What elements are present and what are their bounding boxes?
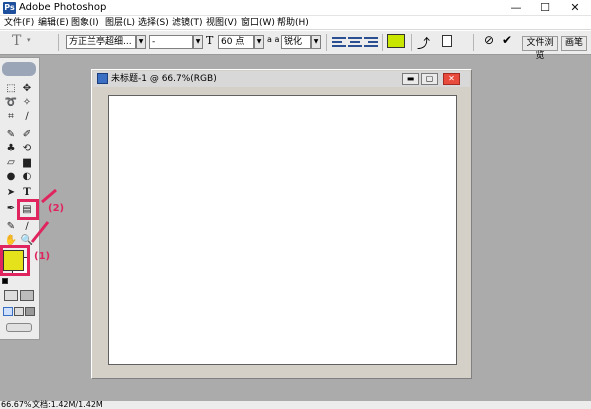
quick-mask-icon[interactable]: [20, 290, 34, 301]
palettes-icon[interactable]: [442, 35, 452, 47]
type-tool-preset-icon[interactable]: T: [12, 33, 21, 49]
lasso-icon[interactable]: ➰: [4, 96, 18, 110]
menu-image[interactable]: 图象(I): [71, 17, 99, 29]
rectangular-marquee-icon[interactable]: ⬚: [4, 82, 18, 96]
annotation-arrow-2: [41, 188, 57, 204]
minimize-button[interactable]: —: [501, 0, 531, 16]
brushes-tab[interactable]: 画笔: [561, 36, 587, 51]
photoshop-app-icon: Ps: [3, 2, 16, 14]
font-style-dropdown-icon[interactable]: ▼: [193, 35, 203, 49]
screen-mode-full-menu-icon[interactable]: [14, 307, 24, 316]
healing-brush-icon[interactable]: ✎: [4, 128, 18, 142]
doc-minimize-icon[interactable]: ▬: [402, 73, 419, 85]
separator: [411, 34, 412, 51]
font-style-select[interactable]: -: [149, 35, 193, 49]
history-brush-icon[interactable]: ⟲: [20, 142, 34, 156]
annotation-arrows: [30, 188, 57, 243]
font-size-icon: T: [206, 34, 214, 47]
warp-text-icon[interactable]: ⤴: [417, 33, 430, 52]
screen-mode-full-icon[interactable]: [25, 307, 35, 316]
brush-icon[interactable]: ✐: [20, 128, 34, 142]
separator: [58, 34, 59, 51]
toolbox-header-logo: [2, 62, 36, 76]
highlight-box-1: [0, 245, 30, 276]
align-center-icon[interactable]: [348, 37, 362, 47]
file-browser-tab[interactable]: 文件浏览: [522, 36, 558, 61]
dodge-icon[interactable]: ◐: [20, 170, 34, 184]
menu-layer[interactable]: 图层(L): [105, 17, 135, 29]
separator: [326, 34, 327, 51]
close-button[interactable]: ✕: [560, 0, 590, 16]
eyedropper-icon[interactable]: ✎: [4, 220, 18, 234]
menu-help[interactable]: 帮助(H): [277, 17, 309, 29]
crop-icon[interactable]: ⌗: [4, 110, 18, 124]
menu-view[interactable]: 视图(V): [206, 17, 237, 29]
document-icon: [97, 73, 108, 84]
font-size-dropdown-icon[interactable]: ▼: [254, 35, 264, 49]
pen-icon[interactable]: ✒: [4, 202, 18, 216]
separator: [473, 34, 474, 51]
antialias-dropdown-icon[interactable]: ▼: [311, 35, 321, 49]
document-canvas[interactable]: [108, 95, 457, 365]
font-family-select[interactable]: 方正兰亭超细...: [66, 35, 136, 49]
align-right-icon[interactable]: [364, 37, 378, 47]
annotation-arrow-1: [30, 221, 50, 243]
doc-close-icon[interactable]: ✕: [443, 73, 460, 85]
font-family-dropdown-icon[interactable]: ▼: [136, 35, 146, 49]
screen-mode-standard-icon[interactable]: [3, 307, 13, 316]
path-selection-icon[interactable]: ➤: [4, 186, 18, 200]
doc-maximize-icon[interactable]: ▢: [421, 73, 438, 85]
standard-mode-icon[interactable]: [4, 290, 18, 301]
magic-wand-icon[interactable]: ✧: [20, 96, 34, 110]
document-size-info: 文档:1.42M/1.42M: [32, 400, 103, 409]
maximize-button[interactable]: ☐: [530, 0, 560, 16]
menu-filter[interactable]: 滤镜(T): [172, 17, 203, 29]
zoom-level[interactable]: 66.67%: [1, 401, 32, 409]
default-colors-icon[interactable]: [2, 278, 8, 284]
commit-icon[interactable]: ✔: [502, 33, 512, 47]
annotation-label-2: (2): [48, 203, 65, 214]
menu-window[interactable]: 窗口(W): [241, 17, 275, 29]
text-color-swatch[interactable]: [387, 34, 405, 48]
document-title: 未标题-1 @ 66.7%(RGB): [111, 74, 217, 84]
gradient-icon[interactable]: ▆: [20, 156, 34, 170]
align-left-icon[interactable]: [332, 37, 346, 47]
blur-icon[interactable]: ●: [4, 170, 18, 184]
menu-select[interactable]: 选择(S): [138, 17, 169, 29]
move-tool-icon[interactable]: ✥: [20, 82, 34, 96]
annotation-label-1: (1): [34, 251, 51, 262]
cancel-icon[interactable]: ⊘: [484, 33, 494, 47]
app-title: Adobe Photoshop: [19, 2, 107, 13]
jump-to-imageready-icon[interactable]: [6, 323, 32, 332]
menu-edit[interactable]: 编辑(E): [38, 17, 69, 29]
font-size-field[interactable]: 60 点: [218, 35, 254, 49]
antialias-select[interactable]: 锐化: [281, 35, 311, 49]
separator: [382, 34, 383, 51]
tool-preset-dropdown-icon[interactable]: ▾: [27, 36, 31, 44]
slice-icon[interactable]: ∕: [20, 110, 34, 124]
eraser-icon[interactable]: ▱: [4, 156, 18, 170]
antialias-icon: a a: [267, 35, 280, 44]
menu-file[interactable]: 文件(F): [4, 17, 34, 29]
clone-stamp-icon[interactable]: ♣: [4, 142, 18, 156]
